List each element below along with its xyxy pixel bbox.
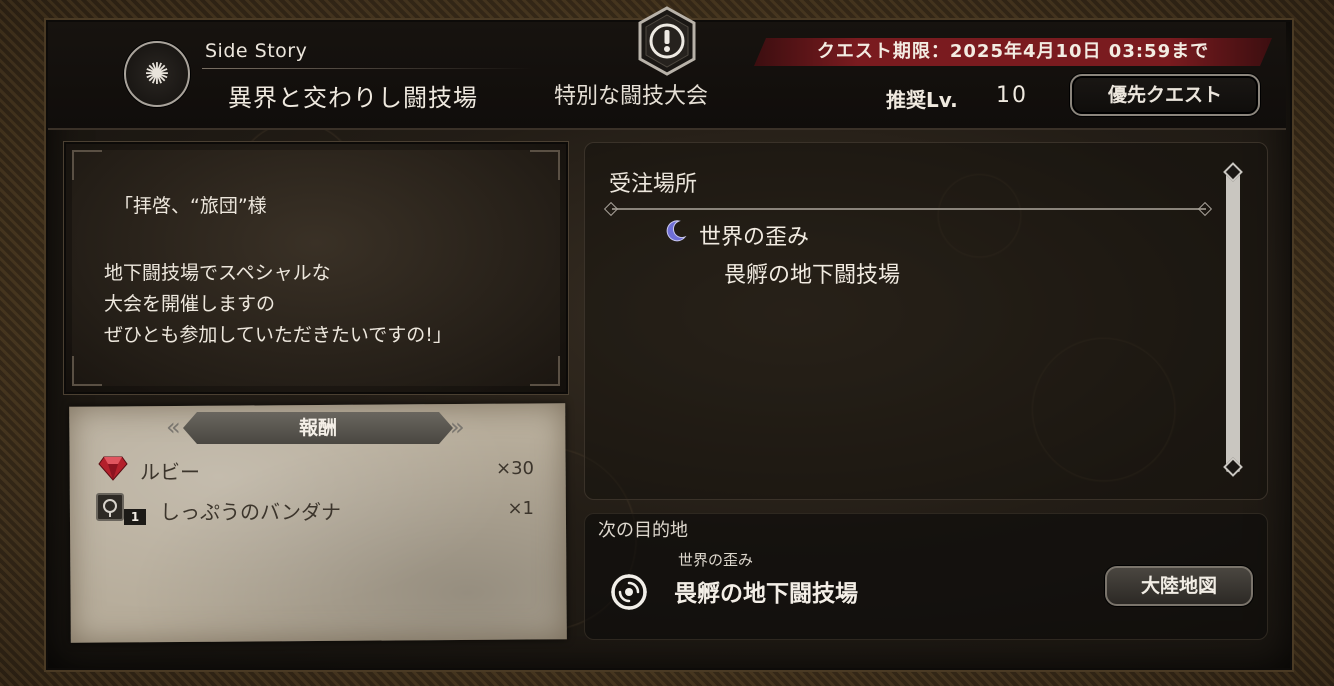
item-count-badge: 1 xyxy=(124,509,146,525)
ruby-icon xyxy=(98,456,128,481)
reward-item-quantity: ×1 xyxy=(507,498,534,519)
quest-category: Side Story xyxy=(205,40,308,62)
reward-item-quantity: ×30 xyxy=(496,458,534,479)
corner-ornament xyxy=(530,356,560,386)
compass-star-icon: ✺ xyxy=(124,41,190,107)
order-location-title: 受注場所 xyxy=(609,172,698,197)
reward-item-name: ルビー xyxy=(140,460,200,484)
banner-right-ornament: » xyxy=(450,413,465,441)
crescent-moon-icon xyxy=(666,220,687,242)
next-destination-label: 次の目的地 xyxy=(598,520,688,541)
corner-ornament xyxy=(530,150,560,180)
quest-title: 異界と交わりし闘技場 xyxy=(228,84,478,112)
next-destination-region: 世界の歪み xyxy=(678,551,754,569)
message-line: 「拝啓、“旅団”様 xyxy=(114,195,267,217)
quest-deadline-banner: クエスト期限：2025年4月10日 03:59まで xyxy=(754,38,1272,66)
banner-left-ornament: « xyxy=(166,413,181,441)
order-location-place: 畏孵の地下闘技場 xyxy=(724,263,901,288)
priority-quest-button[interactable]: 優先クエスト xyxy=(1070,74,1260,116)
order-location-region: 世界の歪み xyxy=(699,225,810,250)
message-line: 地下闘技場でスペシャルな xyxy=(104,262,331,284)
recommended-level-label: 推奨Lv. xyxy=(886,88,958,112)
reward-title: 報酬 xyxy=(183,412,453,444)
alert-icon xyxy=(638,6,696,76)
recommended-level-value: 10 xyxy=(996,83,1028,108)
section-divider xyxy=(612,208,1206,210)
corner-ornament xyxy=(72,150,102,180)
reward-item-name: しっぷうのバンダナ xyxy=(160,500,341,524)
next-destination-place: 畏孵の地下闘技場 xyxy=(674,581,858,607)
accessory-icon xyxy=(96,493,124,521)
scrollbar[interactable] xyxy=(1226,172,1240,472)
message-line: ぜひとも参加していただきたいですの!」 xyxy=(104,324,452,346)
vortex-icon xyxy=(611,574,647,610)
continent-map-button[interactable]: 大陸地図 xyxy=(1105,566,1253,606)
quest-subtitle: 特別な闘技大会 xyxy=(554,84,709,109)
message-line: 大会を開催しますの xyxy=(104,293,276,315)
category-underline xyxy=(202,68,532,69)
corner-ornament xyxy=(72,356,102,386)
